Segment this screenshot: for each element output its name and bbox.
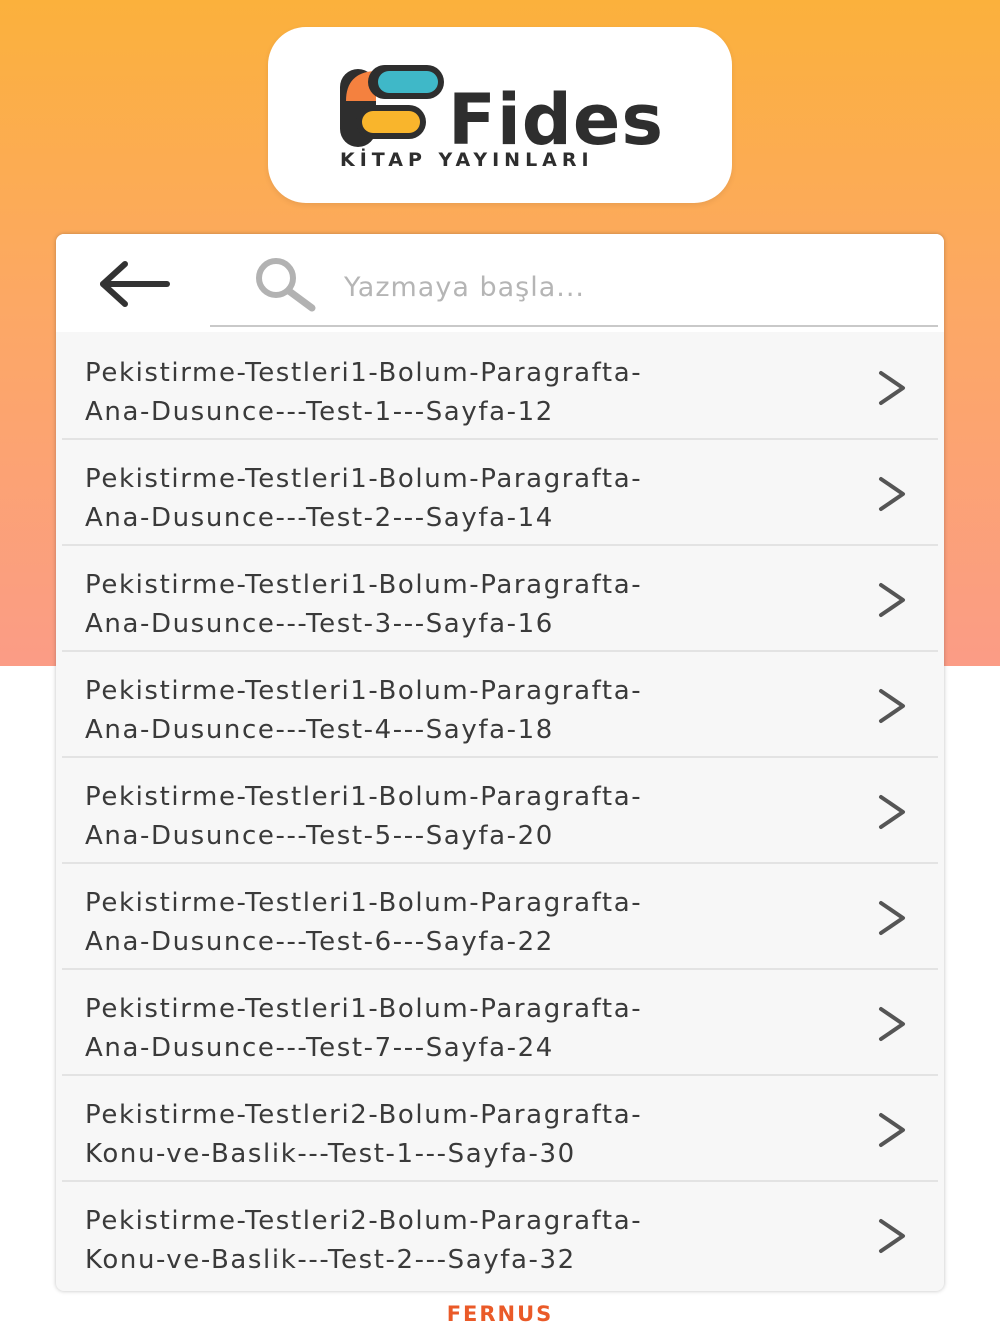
search-field — [210, 234, 938, 327]
search-input[interactable] — [344, 262, 904, 312]
list-item-title: Pekistirme-Testleri1-Bolum-Paragrafta- A… — [85, 672, 825, 750]
list-item[interactable]: Pekistirme-Testleri1-Bolum-Paragrafta- A… — [62, 864, 938, 970]
test-list: Pekistirme-Testleri1-Bolum-Paragrafta- A… — [62, 334, 938, 1288]
list-item-line1: Pekistirme-Testleri1-Bolum-Paragrafta- — [85, 782, 643, 812]
list-item[interactable]: Pekistirme-Testleri1-Bolum-Paragrafta- A… — [62, 440, 938, 546]
list-item-line1: Pekistirme-Testleri1-Bolum-Paragrafta- — [85, 676, 643, 706]
list-item-line1: Pekistirme-Testleri1-Bolum-Paragrafta- — [85, 994, 643, 1024]
chevron-right-icon — [879, 477, 905, 511]
list-item[interactable]: Pekistirme-Testleri1-Bolum-Paragrafta- A… — [62, 546, 938, 652]
list-item-line2: Ana-Dusunce---Test-3---Sayfa-16 — [85, 609, 554, 639]
list-item-title: Pekistirme-Testleri1-Bolum-Paragrafta- A… — [85, 884, 825, 962]
list-item-line1: Pekistirme-Testleri1-Bolum-Paragrafta- — [85, 888, 643, 918]
list-item[interactable]: Pekistirme-Testleri2-Bolum-Paragrafta- K… — [62, 1076, 938, 1182]
list-item-line2: Konu-ve-Baslik---Test-2---Sayfa-32 — [85, 1245, 576, 1275]
chevron-right-icon — [879, 795, 905, 829]
list-item-title: Pekistirme-Testleri1-Bolum-Paragrafta- A… — [85, 778, 825, 856]
list-item-line1: Pekistirme-Testleri2-Bolum-Paragrafta- — [85, 1100, 643, 1130]
back-button[interactable] — [94, 254, 174, 314]
logo-wordmark: Fides — [448, 79, 665, 161]
list-item-title: Pekistirme-Testleri1-Bolum-Paragrafta- A… — [85, 460, 825, 538]
list-item-title: Pekistirme-Testleri2-Bolum-Paragrafta- K… — [85, 1202, 825, 1280]
publisher-logo: Fides KİTAP YAYINLARI — [268, 27, 732, 203]
list-item-title: Pekistirme-Testleri1-Bolum-Paragrafta- A… — [85, 566, 825, 644]
chevron-right-icon — [879, 583, 905, 617]
search-icon — [256, 258, 316, 312]
chevron-right-icon — [879, 689, 905, 723]
list-item-line2: Ana-Dusunce---Test-7---Sayfa-24 — [85, 1033, 554, 1063]
list-item[interactable]: Pekistirme-Testleri2-Bolum-Paragrafta- K… — [62, 1182, 938, 1288]
list-item-line2: Ana-Dusunce---Test-5---Sayfa-20 — [85, 821, 554, 851]
list-item-line2: Ana-Dusunce---Test-1---Sayfa-12 — [85, 397, 554, 427]
arrow-left-icon — [100, 261, 170, 307]
list-item[interactable]: Pekistirme-Testleri1-Bolum-Paragrafta- A… — [62, 334, 938, 440]
footer-brand: FERNUS — [446, 1302, 554, 1326]
list-item-title: Pekistirme-Testleri1-Bolum-Paragrafta- A… — [85, 990, 825, 1068]
list-item-line2: Konu-ve-Baslik---Test-1---Sayfa-30 — [85, 1139, 576, 1169]
list-item[interactable]: Pekistirme-Testleri1-Bolum-Paragrafta- A… — [62, 652, 938, 758]
list-item-title: Pekistirme-Testleri1-Bolum-Paragrafta- A… — [85, 354, 825, 432]
chevron-right-icon — [879, 1219, 905, 1253]
list-item-line2: Ana-Dusunce---Test-2---Sayfa-14 — [85, 503, 554, 533]
list-item[interactable]: Pekistirme-Testleri1-Bolum-Paragrafta- A… — [62, 970, 938, 1076]
list-item-line2: Ana-Dusunce---Test-4---Sayfa-18 — [85, 715, 554, 745]
chevron-right-icon — [879, 1113, 905, 1147]
chevron-right-icon — [879, 371, 905, 405]
list-item[interactable]: Pekistirme-Testleri1-Bolum-Paragrafta- A… — [62, 758, 938, 864]
list-item-line1: Pekistirme-Testleri2-Bolum-Paragrafta- — [85, 1206, 643, 1236]
list-item-line1: Pekistirme-Testleri1-Bolum-Paragrafta- — [85, 464, 643, 494]
list-item-title: Pekistirme-Testleri2-Bolum-Paragrafta- K… — [85, 1096, 825, 1174]
content-list-card: Pekistirme-Testleri1-Bolum-Paragrafta- A… — [56, 234, 944, 1291]
chevron-right-icon — [879, 1007, 905, 1041]
chevron-right-icon — [879, 901, 905, 935]
list-item-line1: Pekistirme-Testleri1-Bolum-Paragrafta- — [85, 358, 643, 388]
logo-subtitle: KİTAP YAYINLARI — [340, 149, 594, 171]
list-item-line1: Pekistirme-Testleri1-Bolum-Paragrafta- — [85, 570, 643, 600]
search-bar — [56, 234, 944, 332]
list-item-line2: Ana-Dusunce---Test-6---Sayfa-22 — [85, 927, 554, 957]
